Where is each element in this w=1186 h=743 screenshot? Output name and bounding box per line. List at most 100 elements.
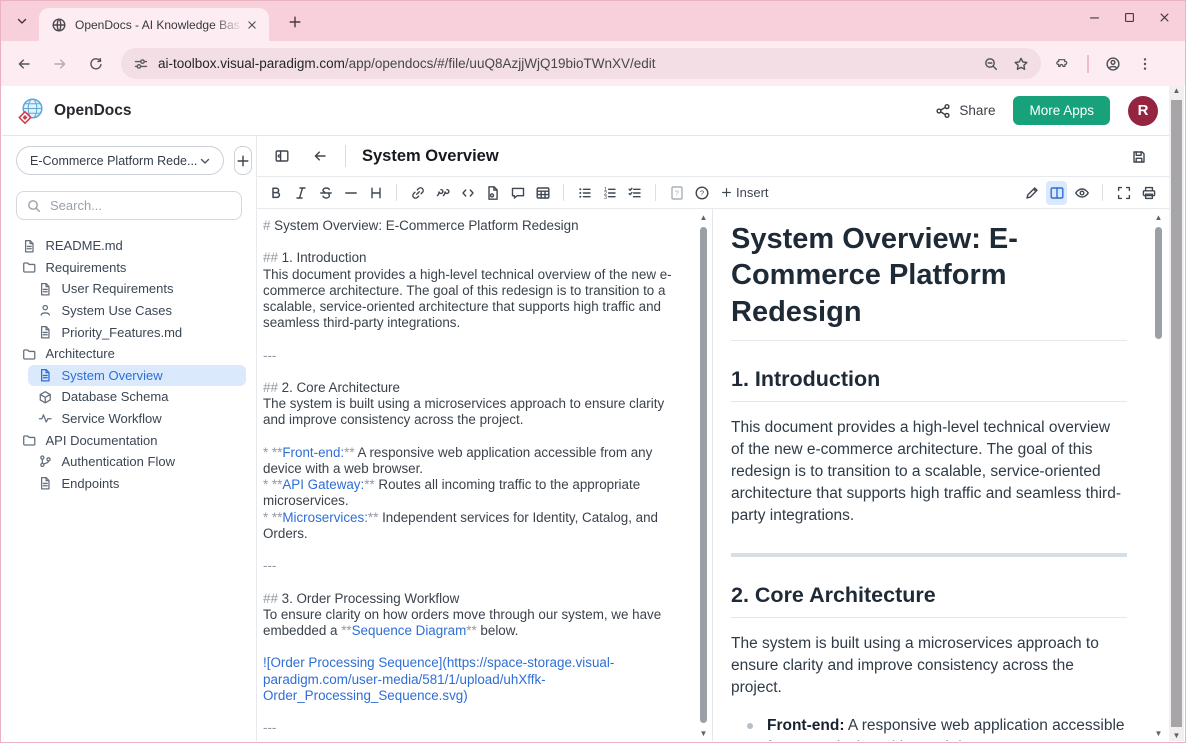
tab-favicon-icon xyxy=(51,17,67,33)
browser-scrollbar[interactable]: ▲ ▼ xyxy=(1169,86,1184,741)
sidebar-item-system-use-cases[interactable]: System Use Cases xyxy=(28,300,246,322)
doc-back-icon[interactable] xyxy=(309,145,331,167)
profile-icon[interactable] xyxy=(1105,56,1121,72)
scrollbar-thumb[interactable] xyxy=(700,227,707,723)
table-button[interactable] xyxy=(532,181,553,205)
editor-line xyxy=(263,429,690,445)
share-icon xyxy=(935,103,951,119)
svg-text:?: ? xyxy=(674,188,678,197)
svg-text:3: 3 xyxy=(604,195,607,201)
tab-search-icon[interactable] xyxy=(11,10,33,32)
editor-pane[interactable]: # System Overview: E-Commerce Platform R… xyxy=(257,209,712,741)
markdown-editor[interactable]: # System Overview: E-Commerce Platform R… xyxy=(263,218,690,741)
bullet-list-button[interactable] xyxy=(574,181,595,205)
save-icon[interactable] xyxy=(1129,147,1149,167)
code-button[interactable] xyxy=(457,181,478,205)
print-button[interactable] xyxy=(1138,181,1159,205)
extensions-icon[interactable] xyxy=(1055,56,1071,72)
scrollbar-thumb[interactable] xyxy=(1171,100,1182,727)
sidebar-item-priority-features-md[interactable]: Priority_Features.md xyxy=(28,321,246,343)
toolbar-divider xyxy=(563,184,564,201)
more-apps-button[interactable]: More Apps xyxy=(1013,96,1110,125)
scroll-up-arrow[interactable]: ▲ xyxy=(697,213,710,223)
share-button[interactable]: Share xyxy=(935,103,995,119)
quote-icon xyxy=(435,185,451,201)
browser-back-icon[interactable] xyxy=(11,51,37,77)
preview-heading: System Overview: E-Commerce Platform Red… xyxy=(731,221,1127,341)
doc-header: System Overview xyxy=(257,136,1169,176)
project-selector[interactable]: E-Commerce Platform Rede... xyxy=(16,146,224,175)
editor-line: --- xyxy=(263,348,690,364)
content-area: System Overview 123?? Insert # System Ove… xyxy=(257,136,1169,741)
scrollbar-thumb[interactable] xyxy=(1155,227,1162,339)
pulse-icon xyxy=(38,411,53,426)
sidebar-toggle-icon[interactable] xyxy=(271,145,293,167)
comment-button[interactable] xyxy=(507,181,528,205)
sidebar-item-label: Service Workflow xyxy=(62,411,162,426)
sidebar-item-readme-md[interactable]: README.md xyxy=(12,235,246,257)
bold-button[interactable] xyxy=(265,181,286,205)
scroll-up-arrow[interactable]: ▲ xyxy=(1169,86,1184,96)
person-icon xyxy=(38,303,53,318)
toolbar-divider xyxy=(396,184,397,201)
browser-reload-icon[interactable] xyxy=(83,51,109,77)
editor-line xyxy=(263,574,690,590)
scroll-down-arrow[interactable]: ▼ xyxy=(1152,729,1165,739)
browser-tab[interactable]: OpenDocs - AI Knowledge Bas xyxy=(39,8,269,41)
zoom-icon[interactable] xyxy=(983,56,999,72)
sidebar-item-system-overview[interactable]: System Overview xyxy=(28,365,246,387)
scroll-up-arrow[interactable]: ▲ xyxy=(1152,213,1165,223)
brand: OpenDocs xyxy=(16,96,132,126)
window-close-icon[interactable] xyxy=(1158,11,1171,24)
attachment-button[interactable] xyxy=(482,181,503,205)
new-tab-button[interactable] xyxy=(283,10,307,34)
help-button[interactable]: ? xyxy=(691,181,712,205)
sidebar-item-database-schema[interactable]: Database Schema xyxy=(28,386,246,408)
sidebar-item-endpoints[interactable]: Endpoints xyxy=(28,473,246,495)
doc-help-button[interactable]: ? xyxy=(666,181,687,205)
site-settings-icon[interactable] xyxy=(133,56,149,72)
preview-scrollbar[interactable]: ▲ ▼ xyxy=(1152,213,1165,739)
minimize-icon[interactable] xyxy=(1088,11,1101,24)
avatar[interactable]: R xyxy=(1128,96,1158,126)
check-list-button[interactable] xyxy=(624,181,645,205)
fullscreen-button[interactable] xyxy=(1113,181,1134,205)
bullet-list-icon xyxy=(577,185,593,201)
pencil-button[interactable] xyxy=(1021,181,1042,205)
eye-button[interactable] xyxy=(1071,181,1092,205)
search-input[interactable] xyxy=(50,198,232,213)
url-bar[interactable]: ai-toolbox.visual-paradigm.com/app/opend… xyxy=(121,48,1041,79)
editor-scrollbar[interactable]: ▲ ▼ xyxy=(697,213,710,739)
quote-button[interactable] xyxy=(432,181,453,205)
strikethrough-button[interactable] xyxy=(315,181,336,205)
chevron-down-icon xyxy=(197,153,213,169)
scroll-down-arrow[interactable]: ▼ xyxy=(697,729,710,739)
sidebar-item-api-documentation[interactable]: API Documentation xyxy=(12,429,246,451)
sidebar-item-service-workflow[interactable]: Service Workflow xyxy=(28,408,246,430)
editor-line xyxy=(263,364,690,380)
heading-button[interactable] xyxy=(365,181,386,205)
horizontal-rule-button[interactable] xyxy=(340,181,361,205)
sidebar-item-authentication-flow[interactable]: Authentication Flow xyxy=(28,451,246,473)
sidebar: E-Commerce Platform Rede... README.mdReq… xyxy=(2,136,257,741)
sidebar-item-requirements[interactable]: Requirements xyxy=(12,257,246,279)
preview-list: Front-end: A responsive web application … xyxy=(731,715,1127,741)
sidebar-item-label: Authentication Flow xyxy=(62,454,175,469)
sidebar-item-user-requirements[interactable]: User Requirements xyxy=(28,278,246,300)
split-view-button[interactable] xyxy=(1046,181,1067,205)
browser-forward-icon[interactable] xyxy=(47,51,73,77)
bookmark-star-icon[interactable] xyxy=(1013,56,1029,72)
scroll-down-arrow[interactable]: ▼ xyxy=(1169,731,1184,741)
insert-button[interactable]: Insert xyxy=(720,185,769,200)
italic-button[interactable] xyxy=(290,181,311,205)
numbered-list-button[interactable]: 123 xyxy=(599,181,620,205)
add-project-button[interactable] xyxy=(234,146,252,175)
sidebar-item-architecture[interactable]: Architecture xyxy=(12,343,246,365)
italic-icon xyxy=(293,185,309,201)
link-button[interactable] xyxy=(407,181,428,205)
tab-close-icon[interactable] xyxy=(243,16,261,34)
maximize-icon[interactable] xyxy=(1123,11,1136,24)
editor-line: * **Microservices:** Independent service… xyxy=(263,510,690,542)
search-box[interactable] xyxy=(16,191,242,220)
browser-menu-icon[interactable] xyxy=(1137,56,1153,72)
